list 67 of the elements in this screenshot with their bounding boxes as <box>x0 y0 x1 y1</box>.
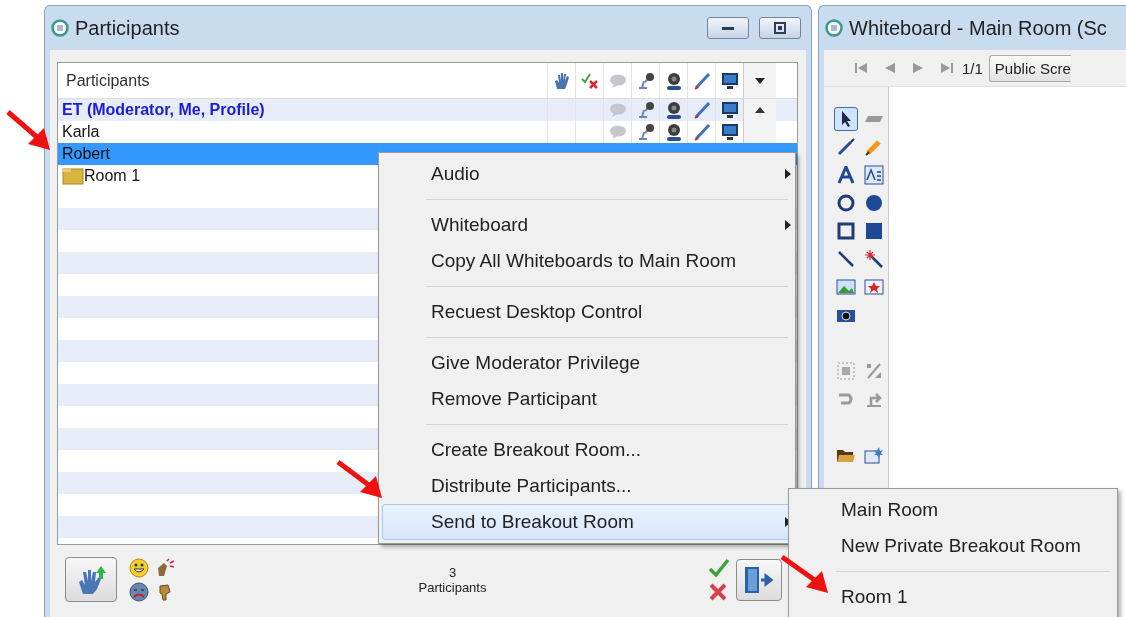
participant-count: 3 <box>448 564 457 580</box>
speech-bubble-icon <box>607 72 628 89</box>
menu-item[interactable]: Copy All Whiteboards to Main Room <box>382 243 792 279</box>
monitor-icon <box>719 122 740 142</box>
scroll-up-icon <box>755 107 765 113</box>
star-image-icon[interactable] <box>864 278 884 296</box>
app-logo-icon <box>825 19 843 37</box>
speech-bubble-icon <box>607 124 628 140</box>
monitor-icon <box>719 100 740 120</box>
pen-icon[interactable] <box>836 137 856 157</box>
participant-row[interactable]: ET (Moderator, Me, Profile) <box>58 99 797 121</box>
camera-icon[interactable] <box>836 307 856 323</box>
raise-hand-button[interactable] <box>65 557 117 602</box>
folder-icon <box>62 167 84 185</box>
check-icon[interactable] <box>708 557 730 578</box>
menu-item[interactable]: New Private Breakout Room <box>792 528 1114 564</box>
menu-item[interactable]: Remove Participant <box>382 381 792 417</box>
participant-name: Karla <box>62 123 100 141</box>
window-title: Whiteboard - Main Room (Sc <box>849 16 1107 40</box>
restore-button[interactable] <box>759 17 801 39</box>
count-label: Participants <box>418 579 487 595</box>
highlighter-icon[interactable] <box>864 137 884 157</box>
text-icon[interactable] <box>837 166 855 184</box>
annotation-arrow <box>6 110 50 150</box>
minimize-icon <box>721 25 735 31</box>
filled-circle-icon[interactable] <box>865 194 883 212</box>
participant-name: ET (Moderator, Me, Profile) <box>62 101 265 119</box>
folder-icon[interactable] <box>836 447 856 463</box>
minimize-button[interactable] <box>707 17 749 39</box>
exit-room-button[interactable] <box>736 558 782 601</box>
column-menu-icon <box>754 76 766 85</box>
menu-item[interactable]: Whiteboard <box>382 207 792 243</box>
pointer-tool-button[interactable] <box>834 107 858 131</box>
annotation-arrow <box>336 460 382 498</box>
speech-bubble-icon <box>607 102 628 118</box>
whiteboard-settings-icon[interactable] <box>864 446 884 464</box>
menu-item[interactable]: Give Moderator Privilege <box>382 345 792 381</box>
page-number: 1/1 <box>962 59 983 77</box>
line-icon[interactable] <box>837 250 855 268</box>
square-icon[interactable] <box>837 222 855 240</box>
door-arrow-icon <box>742 564 776 595</box>
restore-icon <box>773 22 787 34</box>
menu-item[interactable]: Main Room <box>792 492 1114 528</box>
pointer-icon[interactable] <box>839 110 853 128</box>
menu-item[interactable]: Recuest Desktop Control <box>382 294 792 330</box>
annotation-arrow <box>780 555 828 593</box>
smiley-icon[interactable] <box>129 557 149 578</box>
menu-item[interactable]: Audio <box>382 156 792 192</box>
participant-name: Robert <box>62 145 111 163</box>
menu-item[interactable]: Distribute Participants... <box>382 468 792 504</box>
screen-dropdown[interactable]: Public Scre <box>988 54 1071 82</box>
app-logo-icon <box>51 19 69 37</box>
room-name: Room 1 <box>84 167 141 185</box>
text-box-icon[interactable] <box>864 165 884 185</box>
menu-item[interactable]: Room 1 <box>792 579 1114 615</box>
monitor-icon <box>719 70 740 91</box>
window-title: Participants <box>75 16 180 40</box>
image-icon[interactable] <box>836 278 856 296</box>
clapping-icon[interactable] <box>155 557 175 578</box>
circle-icon[interactable] <box>837 194 855 212</box>
cross-icon[interactable] <box>708 581 728 602</box>
column-header: Participants <box>65 70 151 91</box>
menu-item[interactable]: Create Breakout Room... <box>382 432 792 468</box>
participant-row[interactable]: Karla <box>58 121 797 143</box>
sad-face-icon[interactable] <box>129 581 149 602</box>
filled-square-icon[interactable] <box>865 222 883 240</box>
magic-wand-icon[interactable] <box>864 249 884 269</box>
